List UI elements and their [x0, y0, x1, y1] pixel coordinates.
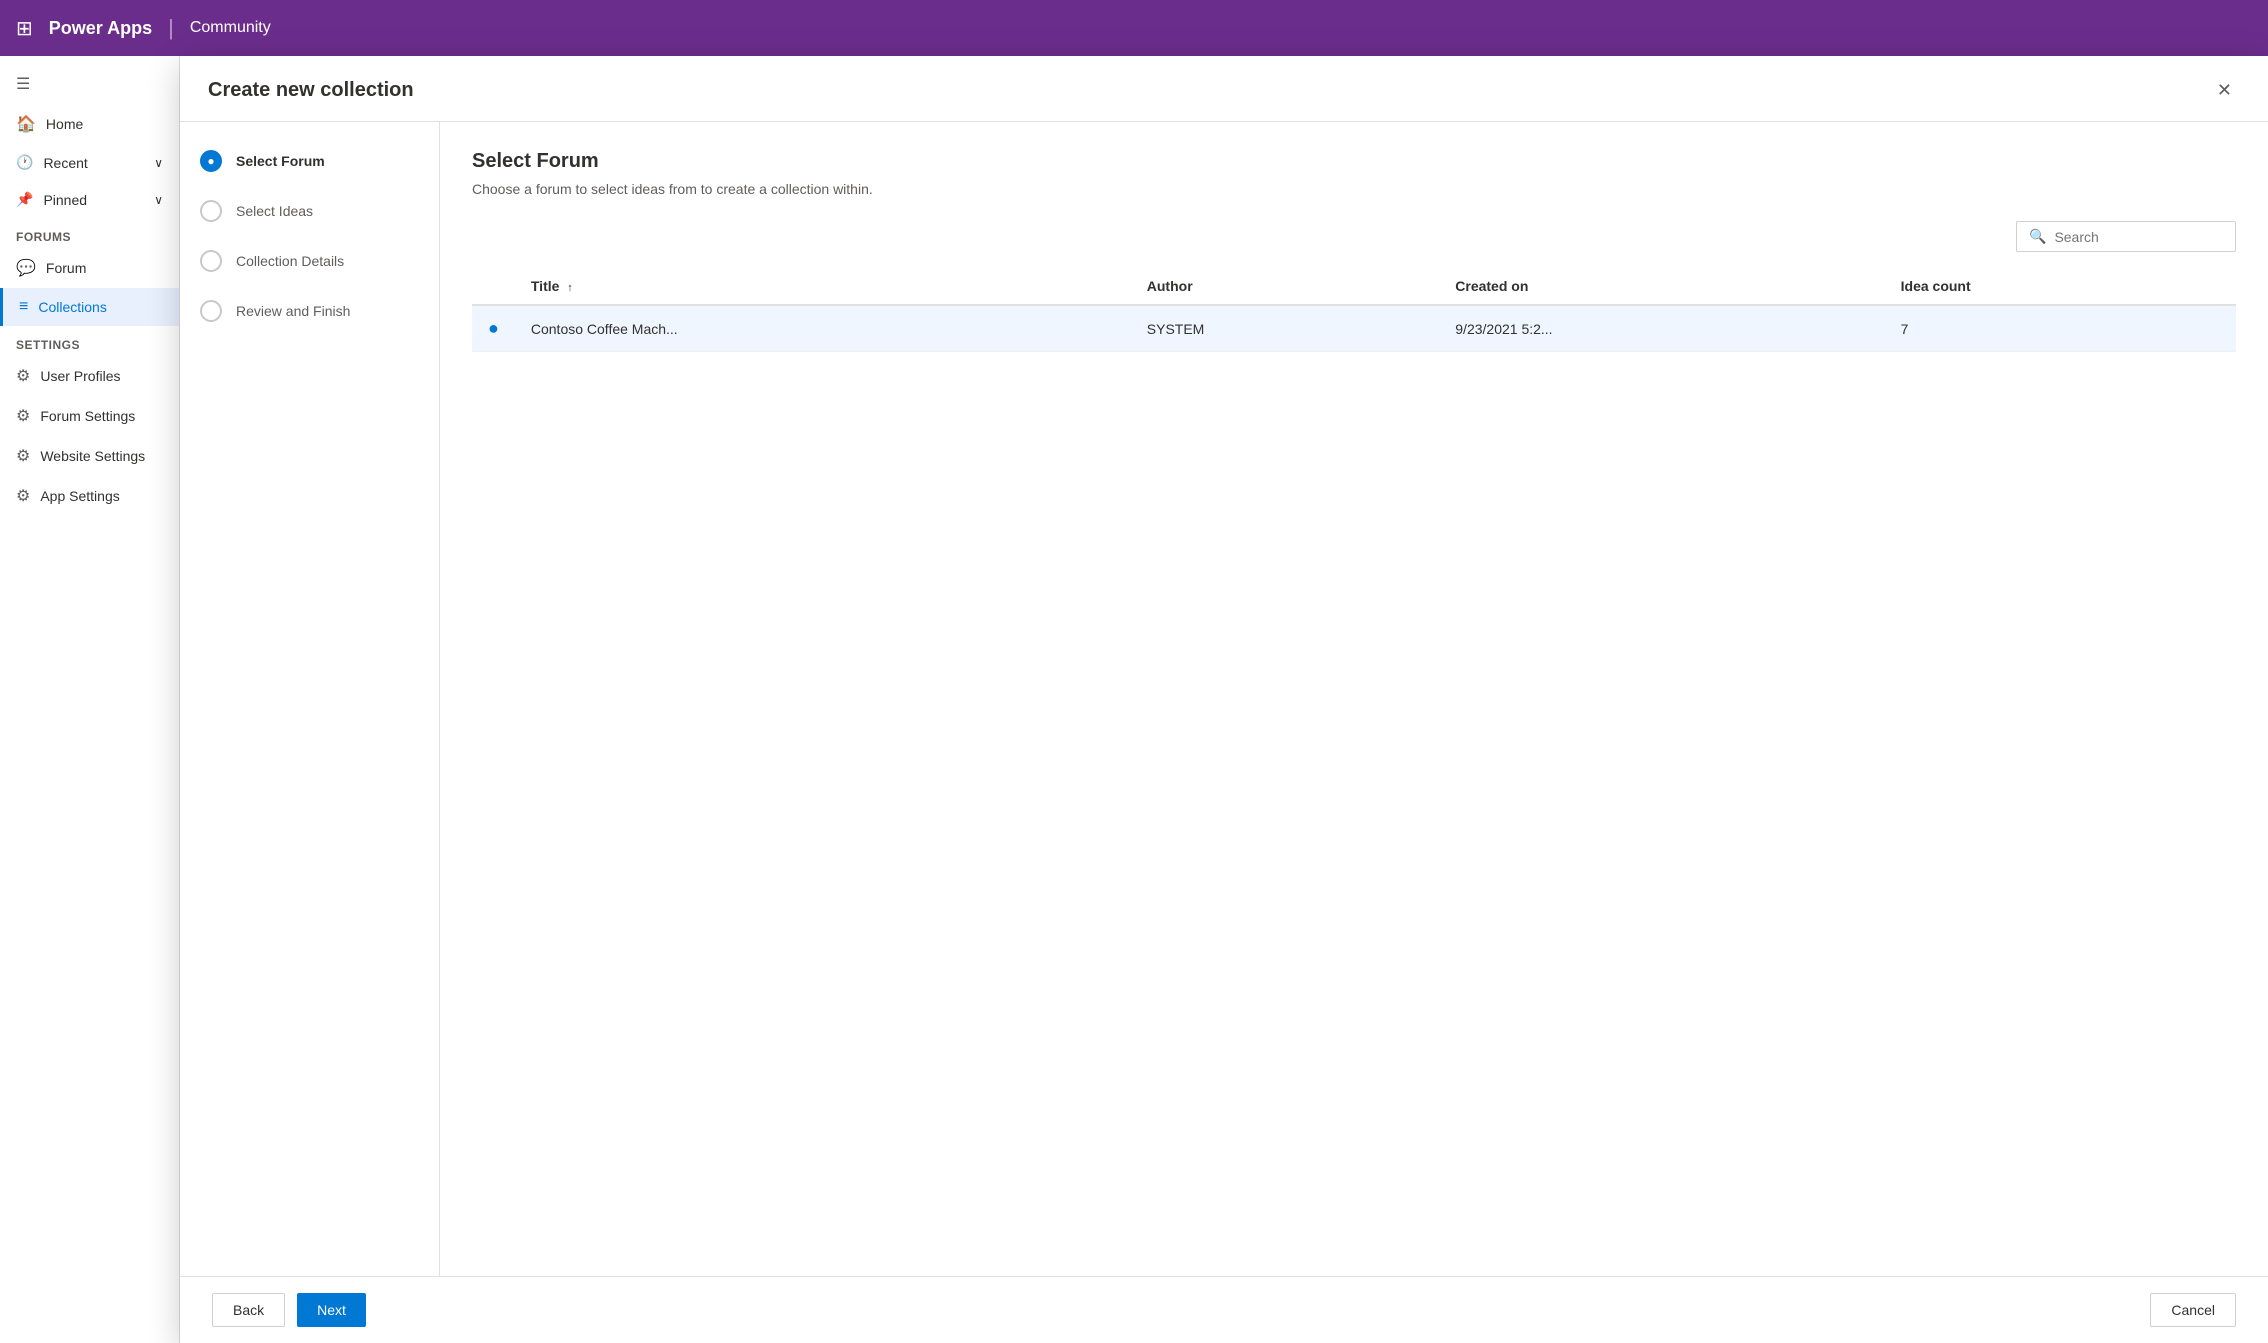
panel-subtitle: Choose a forum to select ideas from to c…: [472, 181, 2236, 197]
chevron-down-icon: ∨: [154, 156, 163, 170]
row-author: SYSTEM: [1131, 305, 1440, 352]
back-button[interactable]: Back: [212, 1293, 285, 1327]
collections-icon: ≡: [19, 298, 28, 316]
modal-header: Create new collection ✕: [180, 56, 2268, 122]
search-bar[interactable]: 🔍: [2016, 221, 2236, 252]
close-button[interactable]: ✕: [2209, 76, 2240, 105]
hamburger-icon[interactable]: ☰: [0, 64, 179, 104]
sidebar-item-pinned-label: Pinned: [43, 192, 87, 208]
row-select-cell: ●: [472, 305, 515, 352]
step-label-collection-details: Collection Details: [236, 253, 344, 269]
col-title[interactable]: Title ↑: [515, 268, 1131, 305]
home-icon: 🏠: [16, 114, 36, 134]
col-author: Author: [1131, 268, 1440, 305]
stepper: ● Select Forum Select Ideas Collection D…: [180, 122, 440, 1276]
step-circle-4: [200, 300, 222, 322]
sort-asc-icon: ↑: [567, 282, 573, 294]
step-label-select-forum: Select Forum: [236, 153, 325, 169]
row-idea-count: 7: [1885, 305, 2236, 352]
main-layout: ☰ 🏠 Home 🕐 Recent ∨ 📌 Pinned ∨ Forums 💬 …: [0, 56, 2268, 1343]
forum-icon: 💬: [16, 258, 36, 278]
row-selected-icon: ●: [488, 318, 499, 338]
sidebar-item-collections-label: Collections: [38, 299, 106, 315]
sidebar-item-home[interactable]: 🏠 Home: [0, 104, 179, 144]
modal-overlay: Create new collection ✕ ● Select Forum S…: [180, 56, 2268, 1343]
forums-section-label: Forums: [0, 218, 179, 248]
app-settings-icon: ⚙: [16, 486, 30, 506]
modal-body: ● Select Forum Select Ideas Collection D…: [180, 122, 2268, 1276]
panel-title: Select Forum: [472, 150, 2236, 173]
topbar-divider: |: [168, 15, 174, 41]
sidebar-item-forum-label: Forum: [46, 260, 86, 276]
search-input[interactable]: [2054, 229, 2223, 245]
sidebar: ☰ 🏠 Home 🕐 Recent ∨ 📌 Pinned ∨ Forums 💬 …: [0, 56, 180, 1343]
step-select-ideas[interactable]: Select Ideas: [200, 200, 419, 222]
sidebar-item-recent-label: Recent: [43, 155, 87, 171]
sidebar-item-forum-settings-label: Forum Settings: [40, 408, 135, 424]
step-label-select-ideas: Select Ideas: [236, 203, 313, 219]
search-icon: 🔍: [2029, 228, 2046, 245]
table-header-row: Title ↑ Author Created on: [472, 268, 2236, 305]
modal-content-panel: Select Forum Choose a forum to select id…: [440, 122, 2268, 1276]
step-collection-details[interactable]: Collection Details: [200, 250, 419, 272]
pin-icon: 📌: [16, 191, 33, 208]
step-circle-1: ●: [200, 150, 222, 172]
sidebar-item-forum[interactable]: 💬 Forum: [0, 248, 179, 288]
step-circle-3: [200, 250, 222, 272]
modal-title: Create new collection: [208, 79, 414, 102]
step-review-finish[interactable]: Review and Finish: [200, 300, 419, 322]
sidebar-item-user-profiles-label: User Profiles: [40, 368, 120, 384]
sidebar-item-app-settings-label: App Settings: [40, 488, 119, 504]
col-created-on: Created on: [1439, 268, 1884, 305]
settings-section-label: Settings: [0, 326, 179, 356]
cancel-button[interactable]: Cancel: [2150, 1293, 2236, 1327]
row-created-on: 9/23/2021 5:2...: [1439, 305, 1884, 352]
row-title: Contoso Coffee Mach...: [515, 305, 1131, 352]
create-collection-modal: Create new collection ✕ ● Select Forum S…: [180, 56, 2268, 1343]
step-circle-2: [200, 200, 222, 222]
sidebar-item-app-settings[interactable]: ⚙ App Settings: [0, 476, 179, 516]
sidebar-item-home-label: Home: [46, 116, 83, 132]
topbar-community: Community: [190, 19, 271, 37]
step-label-review-finish: Review and Finish: [236, 303, 350, 319]
topbar: ⊞ Power Apps | Community: [0, 0, 2268, 56]
next-button[interactable]: Next: [297, 1293, 366, 1327]
modal-footer: Back Next Cancel: [180, 1276, 2268, 1343]
table-row[interactable]: ● Contoso Coffee Mach... SYSTEM 9/23/202…: [472, 305, 2236, 352]
col-select: [472, 268, 515, 305]
sidebar-item-website-settings[interactable]: ⚙ Website Settings: [0, 436, 179, 476]
forum-table: Title ↑ Author Created on: [472, 268, 2236, 352]
sidebar-item-website-settings-label: Website Settings: [40, 448, 145, 464]
sidebar-item-user-profiles[interactable]: ⚙ User Profiles: [0, 356, 179, 396]
sidebar-item-recent[interactable]: 🕐 Recent ∨: [0, 144, 179, 181]
forum-settings-icon: ⚙: [16, 406, 30, 426]
content-area: + + New ↻ ↻ Refresh Collections All Foru…: [180, 56, 2268, 1343]
sidebar-item-collections[interactable]: ≡ Collections: [0, 288, 179, 326]
sidebar-item-pinned[interactable]: 📌 Pinned ∨: [0, 181, 179, 218]
user-profiles-icon: ⚙: [16, 366, 30, 386]
step-select-forum[interactable]: ● Select Forum: [200, 150, 419, 172]
chevron-down-icon-pinned: ∨: [154, 193, 163, 207]
grid-icon[interactable]: ⊞: [16, 16, 33, 41]
recent-icon: 🕐: [16, 154, 33, 171]
sidebar-item-forum-settings[interactable]: ⚙ Forum Settings: [0, 396, 179, 436]
footer-left-buttons: Back Next: [212, 1293, 366, 1327]
website-settings-icon: ⚙: [16, 446, 30, 466]
col-idea-count: Idea count: [1885, 268, 2236, 305]
app-name: Power Apps: [49, 18, 152, 39]
